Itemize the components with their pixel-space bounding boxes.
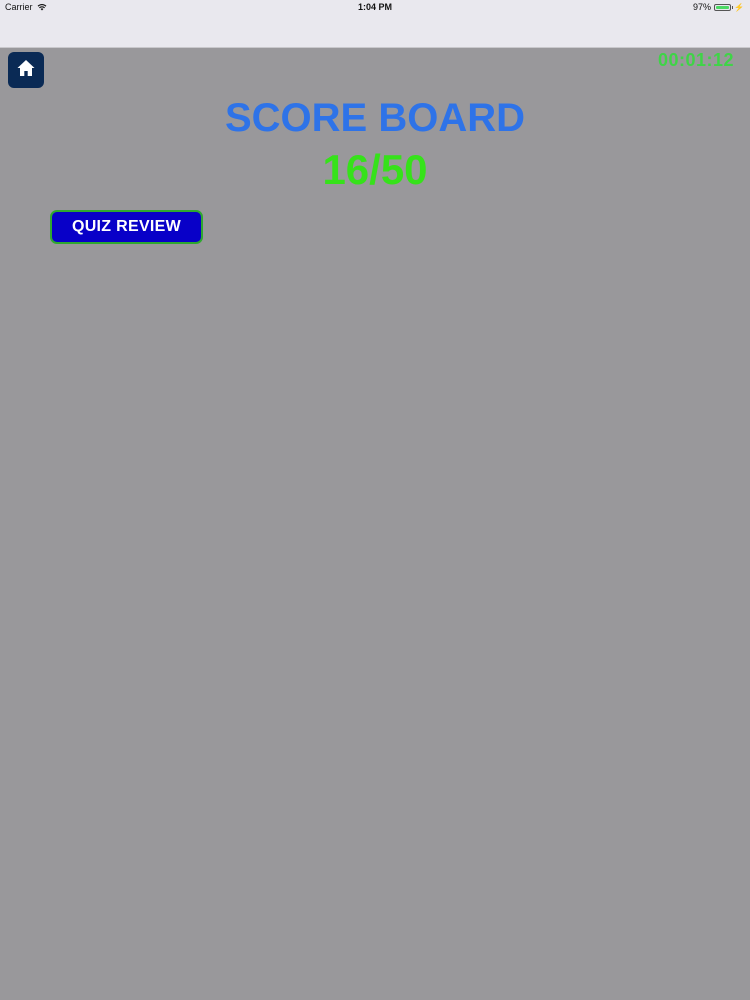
score-value: 16/50 bbox=[322, 146, 428, 193]
status-right: 97% ⚡ bbox=[693, 2, 744, 12]
battery-percent: 97% bbox=[693, 2, 712, 12]
quiz-review-button[interactable]: QUIZ REVIEW bbox=[50, 210, 203, 244]
score-board-title: SCORE BOARD bbox=[224, 96, 526, 140]
home-button[interactable] bbox=[8, 52, 44, 88]
quiz-timer: 00:01:12 bbox=[657, 50, 734, 70]
status-bar: Carrier 1:04 PM 97% ⚡ bbox=[0, 0, 750, 16]
home-icon bbox=[16, 58, 36, 83]
battery-fill bbox=[716, 5, 730, 9]
battery-icon bbox=[714, 3, 734, 11]
status-time: 1:04 PM bbox=[357, 2, 392, 12]
navigation-bar bbox=[0, 16, 750, 48]
battery-tip bbox=[731, 6, 734, 9]
charging-bolt-icon: ⚡ bbox=[734, 2, 744, 12]
